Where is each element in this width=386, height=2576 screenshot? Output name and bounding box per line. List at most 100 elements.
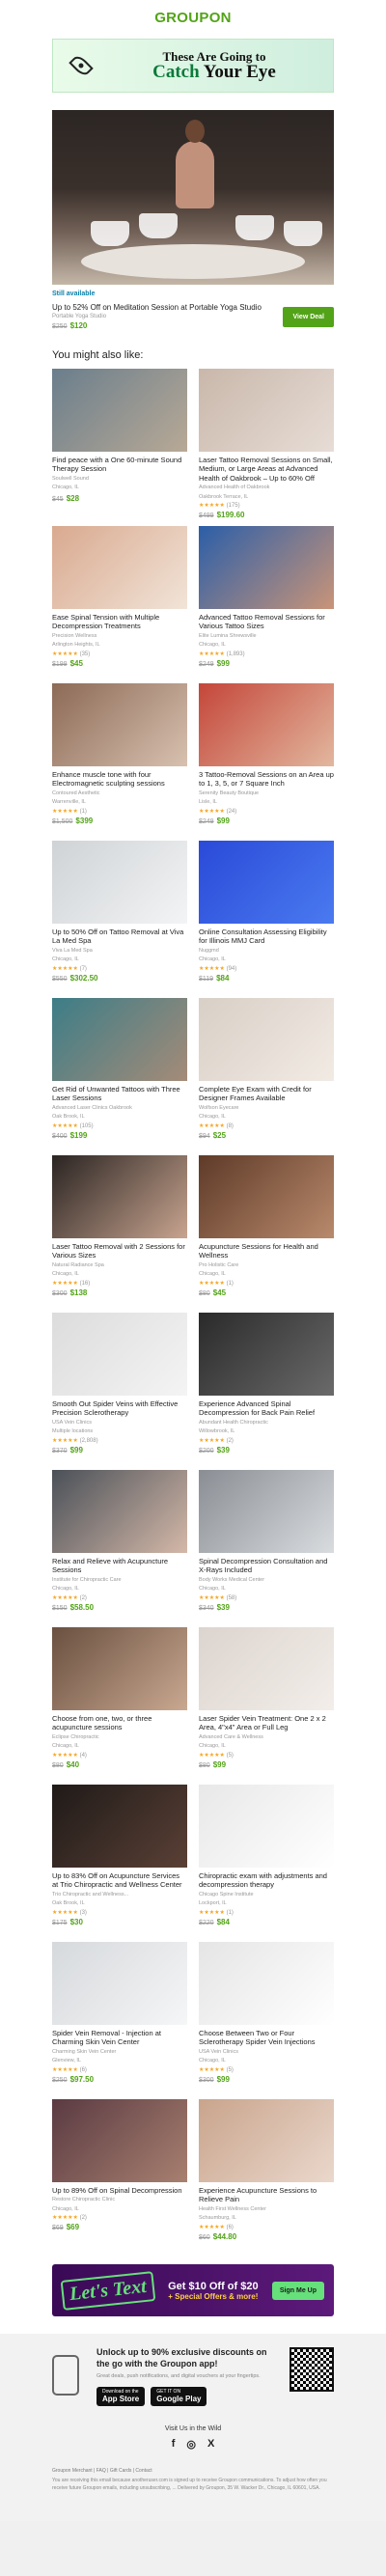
review-count: (2) bbox=[79, 2215, 87, 2222]
deal-card[interactable]: Smooth Out Spider Veins with Effective P… bbox=[52, 1313, 187, 1470]
hero-image[interactable] bbox=[52, 110, 334, 285]
deal-card[interactable]: Laser Tattoo Removal with 2 Sessions for… bbox=[52, 1155, 187, 1313]
deal-image[interactable] bbox=[52, 2099, 187, 2182]
deal-title[interactable]: Smooth Out Spider Veins with Effective P… bbox=[52, 1399, 187, 1418]
hero-title[interactable]: Up to 52% Off on Meditation Session at P… bbox=[52, 303, 283, 312]
deal-image[interactable] bbox=[199, 1627, 334, 1710]
deal-card[interactable]: Find peace with a One 60-minute Sound Th… bbox=[52, 369, 187, 526]
deal-title[interactable]: Relax and Relieve with Acupuncture Sessi… bbox=[52, 1557, 187, 1575]
deal-card[interactable]: Spider Vein Removal - Injection at Charm… bbox=[52, 1942, 187, 2099]
deal-title[interactable]: Experience Acupuncture Sessions to Relie… bbox=[199, 2186, 334, 2204]
deal-image[interactable] bbox=[199, 683, 334, 766]
deal-image[interactable] bbox=[199, 1155, 334, 1238]
deal-card[interactable]: Experience Advanced Spinal Decompression… bbox=[199, 1313, 334, 1470]
deal-title[interactable]: Advanced Tattoo Removal Sessions for Var… bbox=[199, 613, 334, 631]
deal-card[interactable]: Up to 89% Off on Spinal Decompression Re… bbox=[52, 2099, 187, 2257]
deal-image[interactable] bbox=[52, 526, 187, 609]
deal-title[interactable]: Get Rid of Unwanted Tattoos with Three L… bbox=[52, 1085, 187, 1103]
deal-card[interactable]: Experience Acupuncture Sessions to Relie… bbox=[199, 2099, 334, 2257]
deal-image[interactable] bbox=[199, 1470, 334, 1553]
deal-image[interactable] bbox=[52, 369, 187, 452]
deal-title[interactable]: Online Consultation Assessing Eligibilit… bbox=[199, 928, 334, 946]
google-play-button[interactable]: GET IT ON Google Play bbox=[151, 2387, 207, 2407]
deal-card[interactable]: Laser Tattoo Removal Sessions on Small, … bbox=[199, 369, 334, 526]
footer-links[interactable]: Groupon Merchant | FAQ | Gift Cards | Co… bbox=[52, 2468, 334, 2474]
qr-code[interactable] bbox=[290, 2347, 334, 2392]
facebook-icon[interactable]: f bbox=[172, 2438, 176, 2451]
deal-image[interactable] bbox=[199, 1785, 334, 1868]
eye-banner[interactable]: These Are Going to Catch Your Eye bbox=[52, 39, 334, 93]
deal-card[interactable]: Choose Between Two or Four Sclerotherapy… bbox=[199, 1942, 334, 2099]
deal-title[interactable]: Complete Eye Exam with Credit for Design… bbox=[199, 1085, 334, 1103]
deal-card[interactable]: Laser Spider Vein Treatment: One 2 x 2 A… bbox=[199, 1627, 334, 1785]
text-promo-banner[interactable]: Let's Text Get $10 Off of $20 + Special … bbox=[52, 2264, 334, 2316]
deal-title[interactable]: Find peace with a One 60-minute Sound Th… bbox=[52, 456, 187, 474]
deal-card[interactable]: Ease Spinal Tension with Multiple Decomp… bbox=[52, 526, 187, 683]
deal-card[interactable]: Choose from one, two, or three acupunctu… bbox=[52, 1627, 187, 1785]
deal-card[interactable]: 3 Tattoo-Removal Sessions on an Area up … bbox=[199, 683, 334, 841]
deal-image[interactable] bbox=[199, 841, 334, 924]
deal-card[interactable]: Up to 83% Off on Acupuncture Services at… bbox=[52, 1785, 187, 1942]
deal-title[interactable]: Experience Advanced Spinal Decompression… bbox=[199, 1399, 334, 1418]
deal-image[interactable] bbox=[199, 1313, 334, 1396]
deal-card[interactable]: Advanced Tattoo Removal Sessions for Var… bbox=[199, 526, 334, 683]
deal-title[interactable]: Ease Spinal Tension with Multiple Decomp… bbox=[52, 613, 187, 631]
sign-up-button[interactable]: Sign Me Up bbox=[271, 2281, 324, 2300]
deal-image[interactable] bbox=[52, 1942, 187, 2025]
deal-location: Willowbrook, IL bbox=[199, 1428, 235, 1435]
deal-image[interactable] bbox=[199, 1942, 334, 2025]
deal-old-price: $370 bbox=[52, 1447, 68, 1454]
deal-title[interactable]: Spider Vein Removal - Injection at Charm… bbox=[52, 2029, 187, 2047]
deal-card[interactable]: Spinal Decompression Consultation and X-… bbox=[199, 1470, 334, 1627]
deal-image[interactable] bbox=[199, 526, 334, 609]
deal-rating: ★★★★★ (94) bbox=[199, 965, 334, 972]
deal-title[interactable]: Enhance muscle tone with four Electromag… bbox=[52, 770, 187, 789]
deal-title[interactable]: Up to 50% Off on Tattoo Removal at Viva … bbox=[52, 928, 187, 946]
deal-title[interactable]: Laser Tattoo Removal with 2 Sessions for… bbox=[52, 1242, 187, 1260]
deal-price: $249 $99 bbox=[199, 817, 334, 825]
email-page: GROUPON These Are Going to Catch Your Ey… bbox=[0, 0, 386, 2522]
deal-old-price: $80 bbox=[199, 1289, 210, 1297]
instagram-icon[interactable]: ◎ bbox=[186, 2438, 196, 2451]
view-deal-button[interactable]: View Deal bbox=[283, 306, 334, 327]
deal-title[interactable]: 3 Tattoo-Removal Sessions on an Area up … bbox=[199, 770, 334, 789]
deal-image[interactable] bbox=[52, 1785, 187, 1868]
deal-price: $175 $30 bbox=[52, 1918, 187, 1926]
deal-card[interactable]: Enhance muscle tone with four Electromag… bbox=[52, 683, 187, 841]
deal-card[interactable]: Up to 50% Off on Tattoo Removal at Viva … bbox=[52, 841, 187, 998]
deal-title[interactable]: Acupuncture Sessions for Health and Well… bbox=[199, 1242, 334, 1260]
deal-image[interactable] bbox=[52, 1313, 187, 1396]
deal-title[interactable]: Laser Tattoo Removal Sessions on Small, … bbox=[199, 456, 334, 483]
deal-rating: ★★★★★ (6) bbox=[199, 2224, 334, 2230]
deal-title[interactable]: Laser Spider Vein Treatment: One 2 x 2 A… bbox=[199, 1714, 334, 1732]
deal-image[interactable] bbox=[52, 683, 187, 766]
deal-title[interactable]: Chiropractic exam with adjustments and d… bbox=[199, 1871, 334, 1890]
deal-card[interactable]: Get Rid of Unwanted Tattoos with Three L… bbox=[52, 998, 187, 1155]
groupon-logo[interactable]: GROUPON bbox=[154, 10, 232, 26]
deal-grid: Find peace with a One 60-minute Sound Th… bbox=[52, 369, 334, 2257]
deal-card[interactable]: Acupuncture Sessions for Health and Well… bbox=[199, 1155, 334, 1313]
deal-card[interactable]: Online Consultation Assessing Eligibilit… bbox=[199, 841, 334, 998]
x-icon[interactable]: X bbox=[207, 2438, 214, 2451]
deal-image[interactable] bbox=[199, 2099, 334, 2182]
deal-image[interactable] bbox=[52, 1627, 187, 1710]
app-store-button[interactable]: Download on the App Store bbox=[96, 2387, 146, 2407]
deal-card[interactable]: Relax and Relieve with Acupuncture Sessi… bbox=[52, 1470, 187, 1627]
deal-image[interactable] bbox=[52, 1155, 187, 1238]
deal-image[interactable] bbox=[199, 369, 334, 452]
deal-merchant: Advanced Care & Wellness bbox=[199, 1733, 263, 1740]
deal-card[interactable]: Chiropractic exam with adjustments and d… bbox=[199, 1785, 334, 1942]
deal-title[interactable]: Up to 89% Off on Spinal Decompression bbox=[52, 2186, 187, 2195]
deal-title[interactable]: Up to 83% Off on Acupuncture Services at… bbox=[52, 1871, 187, 1890]
deal-image[interactable] bbox=[52, 998, 187, 1081]
deal-title[interactable]: Spinal Decompression Consultation and X-… bbox=[199, 1557, 334, 1575]
deal-image[interactable] bbox=[199, 998, 334, 1081]
deal-title[interactable]: Choose from one, two, or three acupunctu… bbox=[52, 1714, 187, 1732]
deal-card[interactable]: Complete Eye Exam with Credit for Design… bbox=[199, 998, 334, 1155]
deal-image[interactable] bbox=[52, 841, 187, 924]
deal-image[interactable] bbox=[52, 1470, 187, 1553]
deal-new-price: $40 bbox=[66, 1759, 80, 1769]
deal-rating: ★★★★★ (2) bbox=[199, 1437, 334, 1444]
deal-title[interactable]: Choose Between Two or Four Sclerotherapy… bbox=[199, 2029, 334, 2047]
deal-merchant: Restore Chiropractic Clinic bbox=[52, 2197, 116, 2203]
